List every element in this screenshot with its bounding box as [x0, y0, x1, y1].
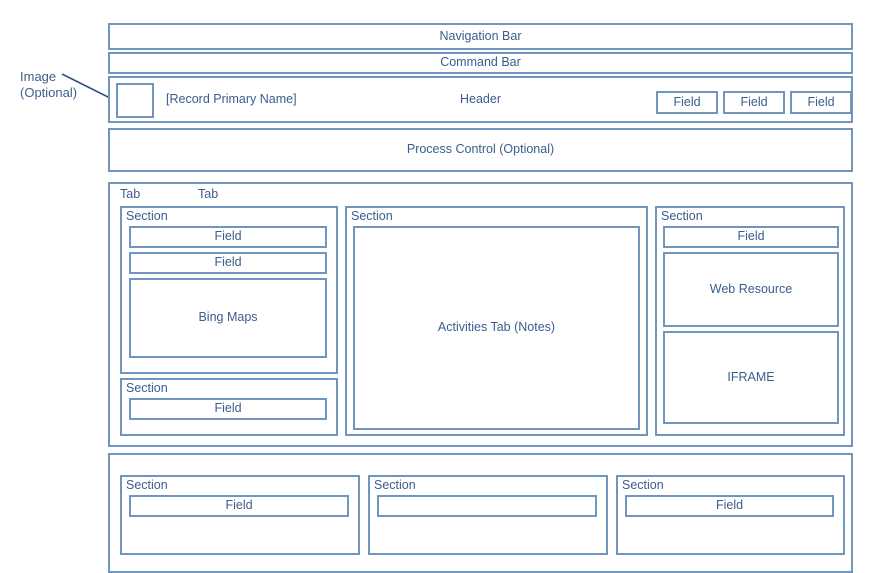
panel-one-section-a-field-1[interactable]: Field: [129, 226, 327, 248]
navigation-bar-label: Navigation Bar: [439, 28, 522, 43]
panel-one-bing-maps-label: Bing Maps: [198, 310, 258, 325]
header-region: [Record Primary Name] Header Field Field…: [108, 76, 853, 123]
panel-one-center-section-title: Section: [351, 209, 393, 223]
header-field-1-label: Field: [673, 94, 701, 109]
panel-one-section-b-title: Section: [126, 381, 168, 395]
panel-one-section-b-field-1[interactable]: Field: [129, 398, 327, 420]
panel-one-section-b-field-1-label: Field: [214, 401, 242, 416]
panel-one-section-b: Section Field: [120, 378, 338, 436]
panel-one-section-a-field-1-label: Field: [214, 229, 242, 244]
process-control-label: Process Control (Optional): [406, 142, 555, 157]
panel-one-web-resource-label: Web Resource: [709, 281, 793, 296]
process-control[interactable]: Process Control (Optional): [108, 128, 853, 172]
panel-one-center-section: Section Activities Tab (Notes): [345, 206, 648, 436]
panel-one-activities-tab-control[interactable]: Activities Tab (Notes): [353, 226, 640, 430]
header-field-3[interactable]: Field: [790, 91, 852, 114]
command-bar-label: Command Bar: [440, 55, 521, 70]
panel-one-right-section: Section Field Web Resource IFRAME: [655, 206, 845, 436]
panel-two-section-2: Section: [368, 475, 608, 555]
panel-one-right-field-1[interactable]: Field: [663, 226, 839, 248]
annotation-image-optional-line1: Image: [20, 69, 57, 84]
panel-two-section-1: Section Field: [120, 475, 360, 555]
tab-2[interactable]: Tab: [198, 187, 218, 201]
panel-two-section-3-field-1[interactable]: Field: [625, 495, 834, 517]
panel-one-section-a-field-2-label: Field: [214, 255, 242, 270]
panel-one-iframe-label: IFRAME: [727, 369, 775, 384]
command-bar[interactable]: Command Bar: [108, 52, 853, 74]
panel-one-bing-maps-control[interactable]: Bing Maps: [129, 278, 327, 358]
panel-one-iframe-control[interactable]: IFRAME: [663, 331, 839, 424]
header-field-2-label: Field: [740, 94, 768, 109]
tab-1[interactable]: Tab: [120, 187, 140, 201]
panel-two-section-1-field-1[interactable]: Field: [129, 495, 349, 517]
panel-one-section-a-title: Section: [126, 209, 168, 223]
panel-one-web-resource-control[interactable]: Web Resource: [663, 252, 839, 327]
panel-two-section-3-title: Section: [622, 478, 664, 492]
panel-two-section-1-title: Section: [126, 478, 168, 492]
tab-panel-one: Tab Tab Section Field Field Bing Maps Se…: [108, 182, 853, 447]
panel-one-right-section-title: Section: [661, 209, 703, 223]
panel-two-section-2-field-1[interactable]: [377, 495, 597, 517]
annotation-image-optional-line2: (Optional): [20, 85, 78, 101]
header-field-2[interactable]: Field: [723, 91, 785, 114]
panel-two-section-1-field-1-label: Field: [225, 498, 253, 513]
navigation-bar[interactable]: Navigation Bar: [108, 23, 853, 50]
annotation-image-optional: Image (Optional): [20, 69, 106, 102]
header-field-3-label: Field: [807, 94, 835, 109]
panel-two-section-3-field-1-label: Field: [715, 498, 744, 513]
panel-two-section-3: Section Field: [616, 475, 845, 555]
panel-two-section-2-title: Section: [374, 478, 416, 492]
tab-panel-two: Section Field Section Section Field: [108, 453, 853, 573]
panel-one-section-a: Section Field Field Bing Maps: [120, 206, 338, 374]
panel-one-activities-tab-label: Activities Tab (Notes): [437, 320, 556, 335]
panel-one-section-a-field-2[interactable]: Field: [129, 252, 327, 274]
header-field-1[interactable]: Field: [656, 91, 718, 114]
panel-one-right-field-1-label: Field: [737, 229, 765, 244]
